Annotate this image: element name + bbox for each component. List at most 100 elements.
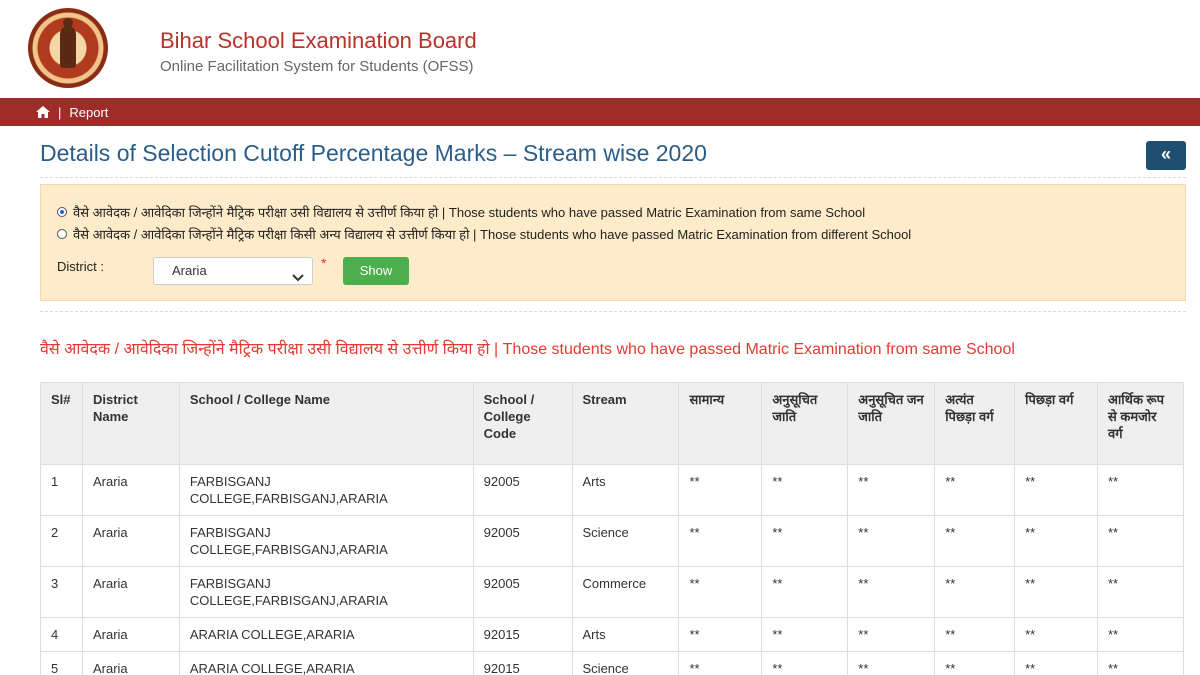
cell-sc: **	[761, 566, 849, 618]
cell-school-name: FARBISGANJ COLLEGE,FARBISGANJ,ARARIA	[178, 515, 474, 567]
divider	[40, 311, 1186, 312]
cell-stream: Science	[571, 515, 680, 567]
cell-ebc: **	[934, 651, 1016, 675]
cell-stream: Commerce	[571, 566, 680, 618]
radio-button-same[interactable]	[57, 207, 67, 217]
table-row: 2 Araria FARBISGANJ COLLEGE,FARBISGANJ,A…	[40, 515, 1185, 567]
cell-school-code: 92005	[472, 464, 573, 516]
nav-separator: |	[58, 104, 62, 120]
radio-label-different: वैसे आवेदक / आवेदिका जिन्होंने मैट्रिक प…	[73, 227, 912, 242]
nav-bar: | Report	[0, 98, 1200, 126]
cell-sc: **	[761, 617, 849, 652]
cell-sl: 1	[40, 464, 83, 516]
cell-school-code: 92015	[472, 651, 573, 675]
divider	[40, 177, 1186, 178]
cell-st: **	[847, 566, 936, 618]
cell-bc: **	[1014, 651, 1098, 675]
cell-bc: **	[1014, 566, 1098, 618]
cell-school-name: FARBISGANJ COLLEGE,FARBISGANJ,ARARIA	[178, 566, 474, 618]
cell-general: **	[678, 464, 763, 516]
site-header: Bihar School Examination Board Online Fa…	[0, 0, 1200, 98]
cell-district: Araria	[81, 566, 180, 618]
cell-ews: **	[1096, 464, 1185, 516]
board-logo[interactable]	[28, 8, 108, 88]
show-button[interactable]: Show	[343, 257, 409, 285]
district-select[interactable]: Araria	[153, 257, 313, 285]
col-header-general: सामान्य	[678, 382, 763, 465]
cell-district: Araria	[81, 464, 180, 516]
col-header-sc: अनुसूचित जाति	[761, 382, 849, 465]
radio-option-different-school[interactable]: वैसे आवेदक / आवेदिका जिन्होंने मैट्रिक प…	[57, 225, 911, 243]
table-row: 4 Araria ARARIA COLLEGE,ARARIA 92015 Art…	[40, 617, 1185, 652]
table-header-row: Sl# District Name School / College Name …	[40, 382, 1185, 465]
cell-bc: **	[1014, 617, 1098, 652]
cell-stream: Science	[571, 651, 680, 675]
col-header-ews: आर्थिक रूप से कमजोर वर्ग	[1096, 382, 1185, 465]
cell-st: **	[847, 617, 936, 652]
col-header-st: अनुसूचित जन जाति	[847, 382, 936, 465]
logo-figure	[60, 26, 76, 68]
cell-school-name: ARARIA COLLEGE,ARARIA	[178, 651, 474, 675]
col-header-district: District Name	[81, 382, 180, 465]
cell-school-code: 92015	[472, 617, 573, 652]
cell-sc: **	[761, 464, 849, 516]
cell-stream: Arts	[571, 617, 680, 652]
district-select-value: Araria	[172, 263, 207, 278]
cell-stream: Arts	[571, 464, 680, 516]
cell-school-code: 92005	[472, 566, 573, 618]
nav-report-link[interactable]: Report	[69, 105, 108, 120]
cell-ews: **	[1096, 617, 1185, 652]
table-row: 1 Araria FARBISGANJ COLLEGE,FARBISGANJ,A…	[40, 464, 1185, 516]
col-header-ebc: अत्यंत पिछड़ा वर्ग	[934, 382, 1016, 465]
cell-school-code: 92005	[472, 515, 573, 567]
section-heading: वैसे आवेदक / आवेदिका जिन्होंने मैट्रिक प…	[40, 341, 1015, 358]
cell-district: Araria	[81, 515, 180, 567]
cell-sl: 2	[40, 515, 83, 567]
col-header-school-name: School / College Name	[178, 382, 474, 465]
cell-school-name: ARARIA COLLEGE,ARARIA	[178, 617, 474, 652]
cell-bc: **	[1014, 464, 1098, 516]
cell-ebc: **	[934, 566, 1016, 618]
col-header-school-code: School / College Code	[472, 382, 573, 465]
table-row: 3 Araria FARBISGANJ COLLEGE,FARBISGANJ,A…	[40, 566, 1185, 618]
cutoff-table: Sl# District Name School / College Name …	[40, 382, 1185, 675]
cell-ews: **	[1096, 651, 1185, 675]
cell-ebc: **	[934, 515, 1016, 567]
chevron-down-icon	[292, 266, 304, 282]
cell-ebc: **	[934, 617, 1016, 652]
cell-district: Araria	[81, 651, 180, 675]
radio-button-different[interactable]	[57, 229, 67, 239]
cell-sc: **	[761, 515, 849, 567]
radio-label-same: वैसे आवेदक / आवेदिका जिन्होंने मैट्रिक प…	[73, 205, 866, 220]
collapse-button[interactable]: «	[1146, 141, 1186, 170]
col-header-bc: पिछड़ा वर्ग	[1014, 382, 1098, 465]
cell-general: **	[678, 515, 763, 567]
table-row: 5 Araria ARARIA COLLEGE,ARARIA 92015 Sci…	[40, 651, 1185, 675]
district-label: District :	[57, 259, 104, 274]
site-subtitle: Online Facilitation System for Students …	[160, 58, 474, 75]
cell-district: Araria	[81, 617, 180, 652]
cell-sl: 5	[40, 651, 83, 675]
cell-general: **	[678, 617, 763, 652]
home-icon[interactable]	[36, 106, 50, 118]
col-header-stream: Stream	[571, 382, 680, 465]
radio-option-same-school[interactable]: वैसे आवेदक / आवेदिका जिन्होंने मैट्रिक प…	[57, 203, 865, 221]
cell-st: **	[847, 651, 936, 675]
cell-sl: 4	[40, 617, 83, 652]
cell-bc: **	[1014, 515, 1098, 567]
filter-panel: वैसे आवेदक / आवेदिका जिन्होंने मैट्रिक प…	[40, 184, 1186, 301]
cell-sc: **	[761, 651, 849, 675]
required-marker: *	[321, 255, 327, 271]
page-title: Details of Selection Cutoff Percentage M…	[40, 140, 707, 166]
cell-school-name: FARBISGANJ COLLEGE,FARBISGANJ,ARARIA	[178, 464, 474, 516]
cell-sl: 3	[40, 566, 83, 618]
cell-general: **	[678, 651, 763, 675]
site-title[interactable]: Bihar School Examination Board	[160, 28, 477, 54]
cell-general: **	[678, 566, 763, 618]
cell-ews: **	[1096, 566, 1185, 618]
cell-ews: **	[1096, 515, 1185, 567]
col-header-sl: Sl#	[40, 382, 83, 465]
cell-ebc: **	[934, 464, 1016, 516]
cell-st: **	[847, 464, 936, 516]
cell-st: **	[847, 515, 936, 567]
